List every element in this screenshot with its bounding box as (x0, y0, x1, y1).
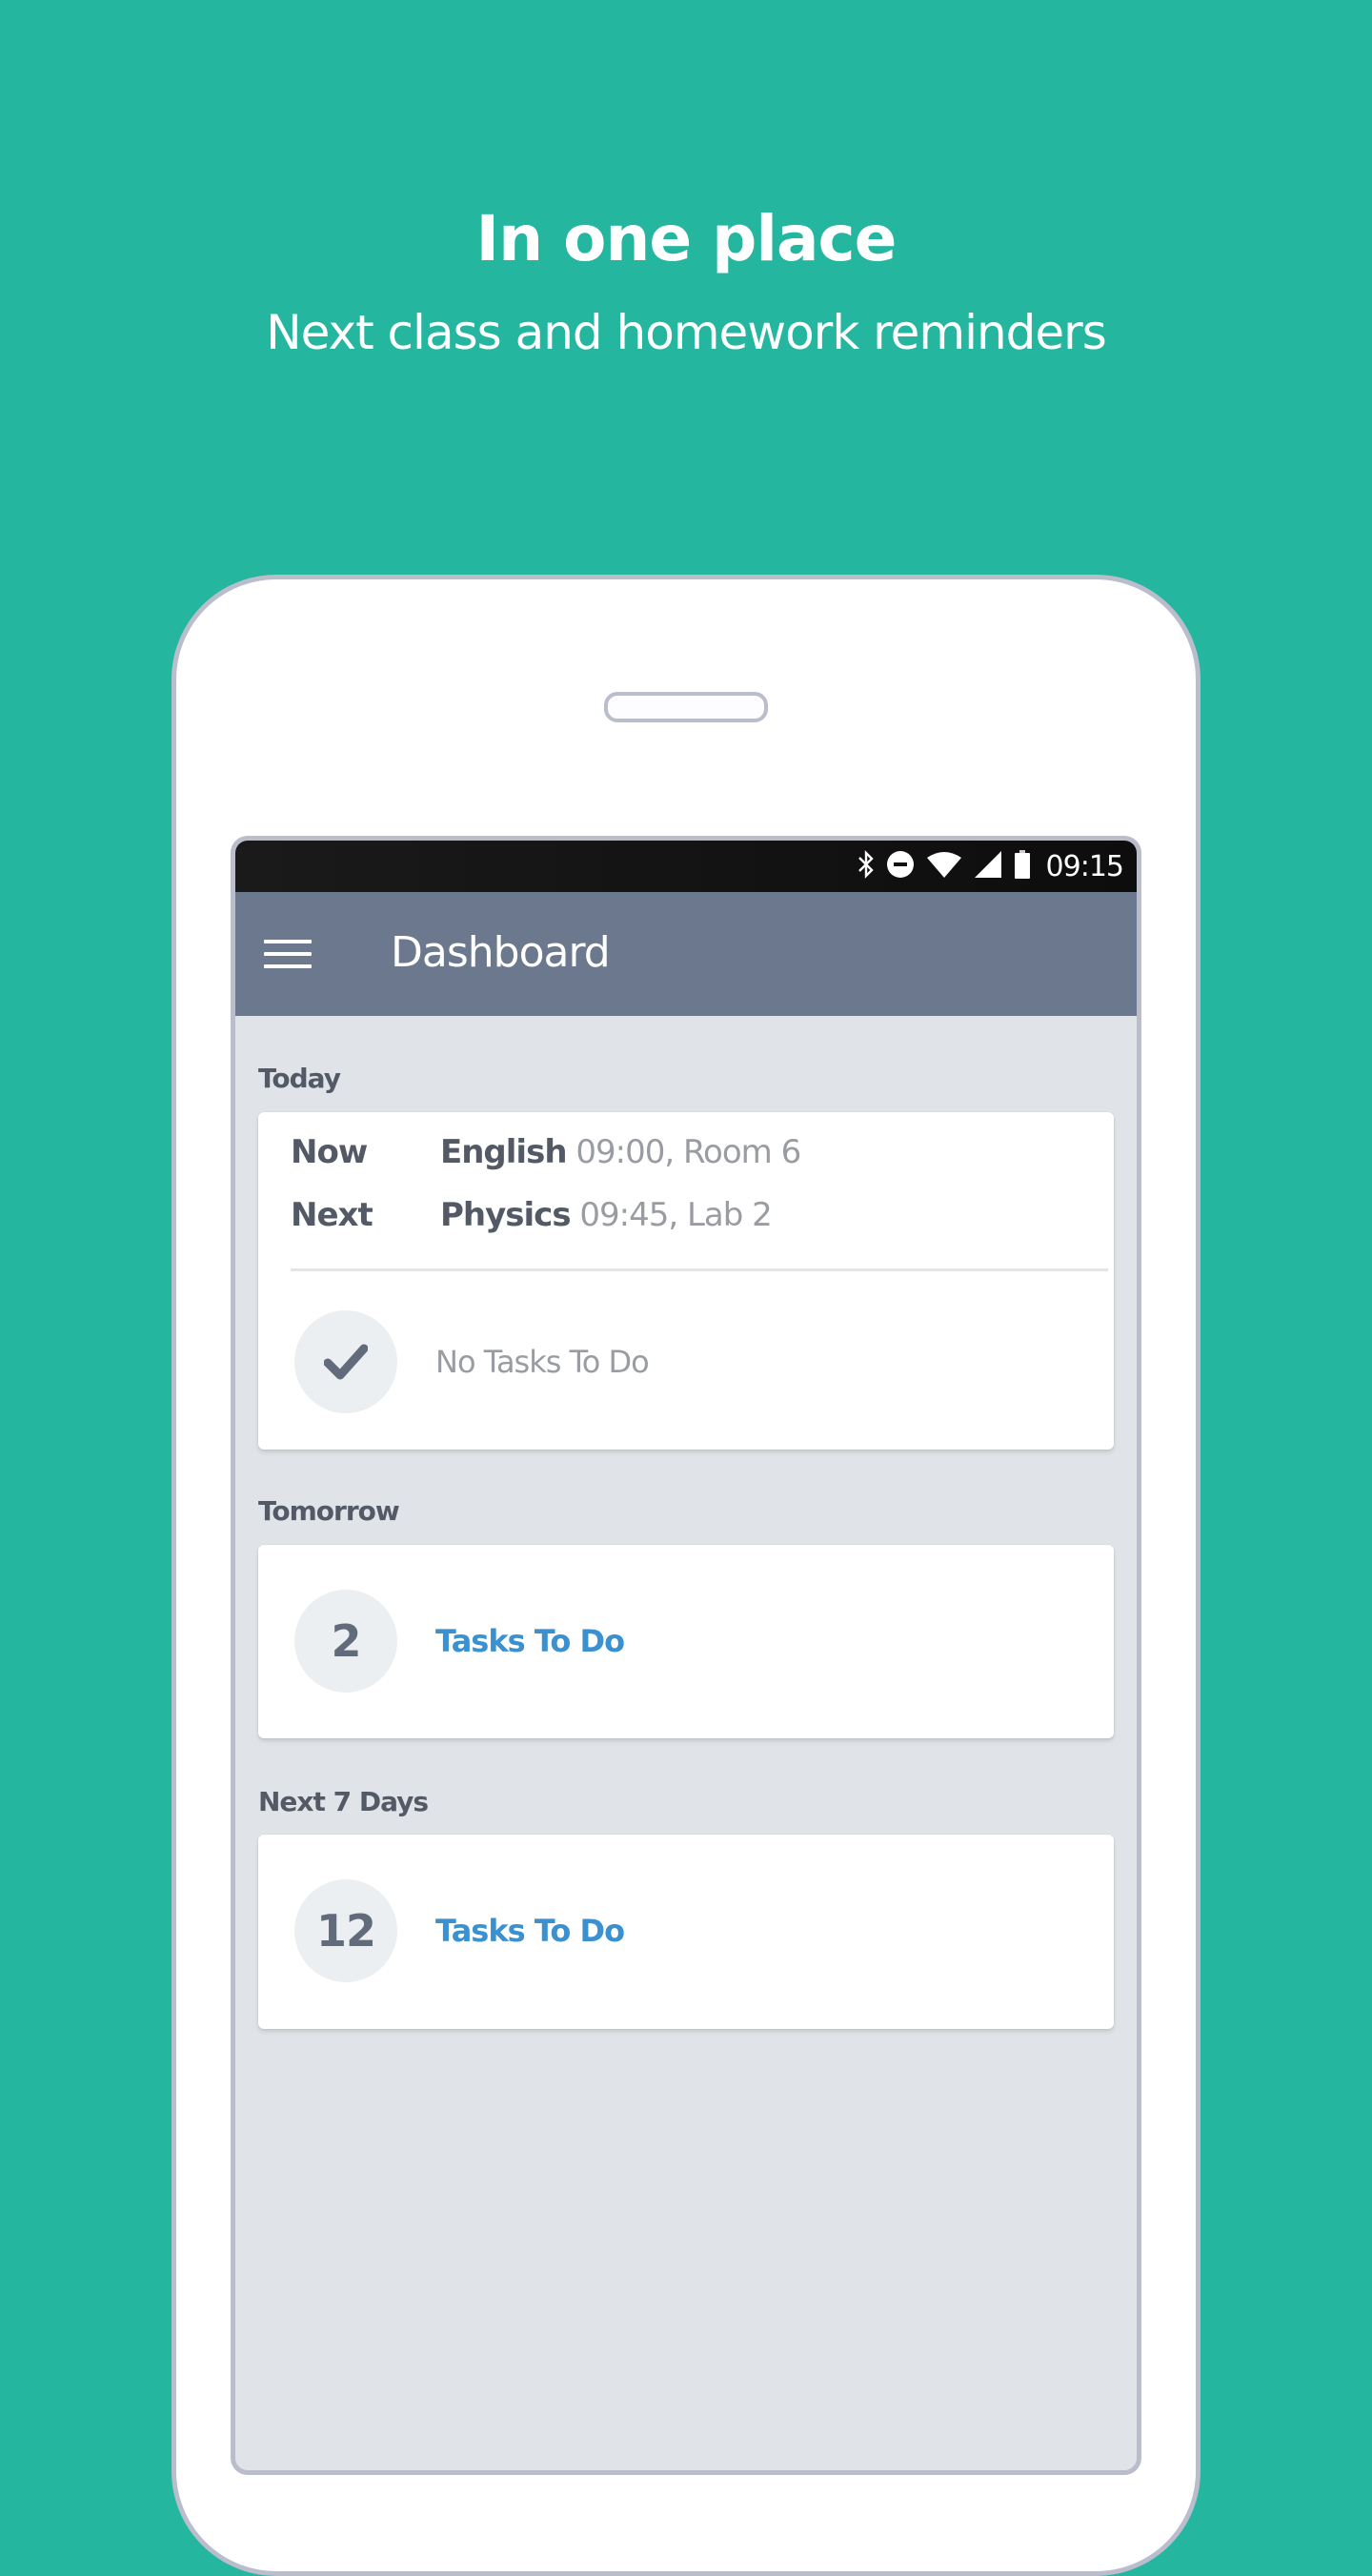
card-divider (291, 1268, 1108, 1271)
class-subject-name: Physics (440, 1196, 572, 1234)
phone-screen: 09:15 Dashboard Today Now English 09:00,… (231, 836, 1141, 2475)
task-count-badge: 12 (294, 1879, 397, 1982)
promo-headline: In one place (475, 202, 898, 275)
promo-subheadline: Next class and homework reminders (266, 305, 1107, 360)
class-subject-name: English (440, 1133, 568, 1171)
cellular-signal-icon (974, 850, 1002, 882)
battery-icon (1014, 850, 1031, 882)
status-time: 09:15 (1045, 849, 1124, 883)
class-kind: Next (291, 1196, 373, 1234)
class-detail: 09:45, Lab 2 (579, 1196, 772, 1234)
app-toolbar: Dashboard (235, 892, 1137, 1016)
class-subject: Physics 09:45, Lab 2 (440, 1196, 773, 1234)
checkmark-icon (294, 1310, 397, 1413)
class-subject: English 09:00, Room 6 (440, 1133, 801, 1171)
bluetooth-icon (858, 850, 875, 882)
section-label-tomorrow: Tomorrow (258, 1495, 400, 1527)
status-bar: 09:15 (235, 841, 1137, 892)
task-count-badge: 2 (294, 1590, 397, 1693)
next-7-days-card[interactable]: 12 Tasks To Do (258, 1835, 1114, 2029)
no-tasks-text: No Tasks To Do (435, 1344, 650, 1380)
toolbar-title: Dashboard (391, 928, 611, 977)
status-icons: 09:15 (858, 841, 1124, 892)
wifi-icon (926, 850, 962, 882)
do-not-disturb-icon (886, 850, 915, 882)
hamburger-menu-icon[interactable] (264, 934, 312, 974)
class-detail: 09:00, Room 6 (575, 1133, 801, 1171)
tomorrow-card[interactable]: 2 Tasks To Do (258, 1545, 1114, 1738)
phone-speaker (604, 692, 768, 722)
today-card[interactable]: Now English 09:00, Room 6 Next Physics 0… (258, 1112, 1114, 1450)
tasks-to-do-link[interactable]: Tasks To Do (435, 1913, 625, 1949)
section-label-next-7-days: Next 7 Days (258, 1786, 429, 1817)
section-label-today: Today (258, 1063, 341, 1094)
class-kind: Now (291, 1133, 368, 1171)
tasks-to-do-link[interactable]: Tasks To Do (435, 1623, 625, 1659)
